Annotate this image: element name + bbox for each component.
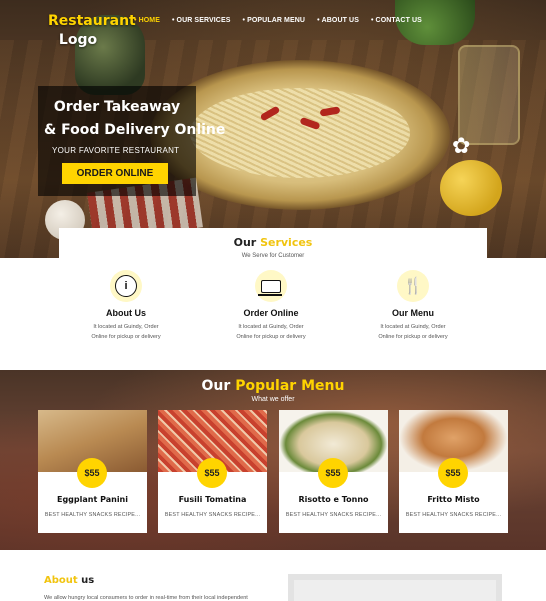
logo-line2: Logo bbox=[58, 32, 98, 48]
service-desc: It located at Guindy, Order Online for p… bbox=[378, 324, 448, 340]
info-icon: i bbox=[110, 270, 142, 302]
service-name: About Us bbox=[106, 308, 146, 318]
menu-item-desc: BEST HEALTHY SNACKS RECIPE... bbox=[285, 512, 382, 518]
about-image bbox=[288, 574, 502, 601]
menu-card-eggplant-panini[interactable]: $55 Eggplant Panini BEST HEALTHY SNACKS … bbox=[38, 410, 147, 533]
service-name: Order Online bbox=[243, 308, 299, 318]
menu-card-fusili-tomatina[interactable]: $55 Fusili Tomatina BEST HEALTHY SNACKS … bbox=[158, 410, 267, 533]
order-online-button[interactable]: ORDER ONLINE bbox=[62, 163, 168, 184]
menu-item-name: Fritto Misto bbox=[427, 495, 480, 504]
hero-title-line2: & Food Delivery Online bbox=[44, 122, 226, 138]
menu-card-fritto-misto[interactable]: $55 Fritto Misto BEST HEALTHY SNACKS REC… bbox=[399, 410, 508, 533]
price-badge: $55 bbox=[318, 458, 348, 488]
service-desc: It located at Guindy, Order Online for p… bbox=[236, 324, 306, 340]
hero-lemon-image bbox=[440, 160, 502, 216]
popular-menu-title: Our Popular Menu bbox=[201, 378, 345, 394]
services-subtitle: We Serve for Customer bbox=[241, 253, 305, 259]
nav-our-services[interactable]: • OUR SERVICES bbox=[172, 17, 231, 24]
menu-item-desc: BEST HEALTHY SNACKS RECIPE... bbox=[44, 512, 141, 518]
price-badge: $55 bbox=[438, 458, 468, 488]
service-order-online[interactable]: Order Online It located at Guindy, Order… bbox=[211, 270, 331, 342]
about-text: We allow hungry local consumers to order… bbox=[44, 595, 248, 601]
laptop-icon bbox=[255, 270, 287, 302]
menu-item-desc: BEST HEALTHY SNACKS RECIPE... bbox=[405, 512, 502, 518]
logo-line1: Restaurant bbox=[48, 13, 136, 29]
menu-item-name: Fusili Tomatina bbox=[178, 495, 247, 504]
menu-item-name: Eggplant Panini bbox=[56, 495, 128, 504]
hero-title-line1: Order Takeaway bbox=[53, 99, 181, 115]
nav-home[interactable]: • HOME bbox=[134, 17, 160, 24]
service-name: Our Menu bbox=[392, 308, 434, 318]
service-about-us[interactable]: i About Us It located at Guindy, Order O… bbox=[66, 270, 186, 342]
menu-item-name: Risotto e Tonno bbox=[298, 495, 369, 504]
service-desc: It located at Guindy, Order Online for p… bbox=[91, 324, 161, 340]
about-title: About us bbox=[44, 575, 95, 586]
site-logo[interactable]: Restaurant Logo bbox=[48, 12, 136, 50]
nav-contact-us[interactable]: • CONTACT US bbox=[371, 17, 422, 24]
services-title: Our Services bbox=[233, 236, 313, 249]
cutlery-icon: 🍴 bbox=[397, 270, 429, 302]
main-nav: • HOME • OUR SERVICES • POPULAR MENU • ABOUT… bbox=[134, 17, 434, 24]
nav-about-us[interactable]: • ABOUT US bbox=[317, 17, 359, 24]
hero-glass-image bbox=[458, 45, 520, 145]
hero-subtitle: YOUR FAVORITE RESTAURANT bbox=[52, 146, 180, 155]
service-our-menu[interactable]: 🍴 Our Menu It located at Guindy, Order O… bbox=[353, 270, 473, 342]
hero-flower-image: ✿ bbox=[452, 133, 471, 158]
popular-menu-subtitle: What we offer bbox=[251, 396, 295, 403]
menu-item-desc: BEST HEALTHY SNACKS RECIPE... bbox=[164, 512, 261, 518]
nav-popular-menu[interactable]: • POPULAR MENU bbox=[243, 17, 306, 24]
price-badge: $55 bbox=[197, 458, 227, 488]
price-badge: $55 bbox=[77, 458, 107, 488]
menu-card-risotto-e-tonno[interactable]: $55 Risotto e Tonno BEST HEALTHY SNACKS … bbox=[279, 410, 388, 533]
